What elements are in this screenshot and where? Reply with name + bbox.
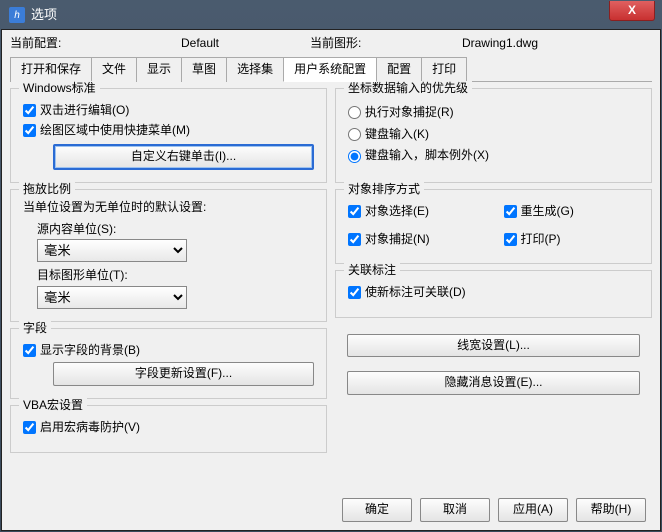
close-button[interactable]: X bbox=[609, 1, 655, 21]
group-title: 对象排序方式 bbox=[344, 182, 424, 198]
current-drawing-label: 当前图形: bbox=[310, 36, 390, 52]
checkbox-macro-virus[interactable]: 启用宏病毒防护(V) bbox=[23, 420, 314, 436]
tab-draft[interactable]: 草图 bbox=[181, 57, 227, 83]
radio-input[interactable] bbox=[348, 150, 361, 163]
checkbox-input[interactable] bbox=[348, 233, 361, 246]
lineweight-button[interactable]: 线宽设置(L)... bbox=[347, 334, 640, 358]
window-title: 选项 bbox=[31, 7, 57, 24]
checkbox-context-menu[interactable]: 绘图区域中使用快捷菜单(M) bbox=[23, 123, 314, 139]
tab-open-save[interactable]: 打开和保存 bbox=[10, 57, 92, 83]
group-obj-sort: 对象排序方式 对象选择(E) 重生成(G) 对象捕捉(N) 打印(P) bbox=[335, 189, 652, 264]
tab-strip: 打开和保存 文件 显示 草图 选择集 用户系统配置 配置 打印 bbox=[10, 56, 652, 83]
radio-keyboard[interactable]: 键盘输入(K) bbox=[348, 127, 639, 143]
group-assoc-dim: 关联标注 使新标注可关联(D) bbox=[335, 270, 652, 318]
target-unit-label: 目标图形单位(T): bbox=[37, 268, 314, 284]
tab-display[interactable]: 显示 bbox=[136, 57, 182, 83]
group-vba: VBA宏设置 启用宏病毒防护(V) bbox=[10, 405, 327, 453]
checkbox-input[interactable] bbox=[504, 205, 517, 218]
radio-exec-osnap[interactable]: 执行对象捕捉(R) bbox=[348, 105, 639, 121]
checkbox-regen[interactable]: 重生成(G) bbox=[504, 204, 640, 220]
custom-rightclick-button[interactable]: 自定义右键单击(I)... bbox=[53, 144, 314, 170]
group-title: VBA宏设置 bbox=[19, 398, 87, 414]
titlebar: h 选项 X bbox=[1, 1, 661, 29]
checkbox-dblclick-edit[interactable]: 双击进行编辑(O) bbox=[23, 103, 314, 119]
ok-button[interactable]: 确定 bbox=[342, 498, 412, 522]
source-unit-label: 源内容单位(S): bbox=[37, 222, 314, 238]
tab-user-prefs[interactable]: 用户系统配置 bbox=[283, 57, 377, 83]
help-button[interactable]: 帮助(H) bbox=[576, 498, 646, 522]
checkbox-print[interactable]: 打印(P) bbox=[504, 232, 640, 248]
cancel-button[interactable]: 取消 bbox=[420, 498, 490, 522]
group-windows-standard: Windows标准 双击进行编辑(O) 绘图区域中使用快捷菜单(M) 自定义右键… bbox=[10, 88, 327, 183]
radio-input[interactable] bbox=[348, 128, 361, 141]
checkbox-field-bg[interactable]: 显示字段的背景(B) bbox=[23, 343, 314, 359]
dragscale-desc: 当单位设置为无单位时的默认设置: bbox=[23, 200, 314, 216]
checkbox-input[interactable] bbox=[23, 104, 36, 117]
field-update-button[interactable]: 字段更新设置(F)... bbox=[53, 362, 314, 386]
current-config-label: 当前配置: bbox=[10, 36, 90, 52]
checkbox-input[interactable] bbox=[504, 233, 517, 246]
checkbox-input[interactable] bbox=[23, 421, 36, 434]
tab-selection[interactable]: 选择集 bbox=[226, 57, 284, 83]
checkbox-obj-snap[interactable]: 对象捕捉(N) bbox=[348, 232, 484, 248]
group-title: 坐标数据输入的优先级 bbox=[344, 81, 472, 97]
app-icon: h bbox=[9, 7, 25, 23]
tab-print[interactable]: 打印 bbox=[421, 57, 467, 83]
checkbox-input[interactable] bbox=[23, 124, 36, 137]
apply-button[interactable]: 应用(A) bbox=[498, 498, 568, 522]
group-field: 字段 显示字段的背景(B) 字段更新设置(F)... bbox=[10, 328, 327, 399]
group-title: Windows标准 bbox=[19, 81, 100, 97]
group-title: 字段 bbox=[19, 321, 51, 337]
hide-msg-button[interactable]: 隐藏消息设置(E)... bbox=[347, 371, 640, 395]
group-title: 拖放比例 bbox=[19, 182, 75, 198]
checkbox-obj-select[interactable]: 对象选择(E) bbox=[348, 204, 484, 220]
current-drawing-value: Drawing1.dwg bbox=[390, 36, 610, 52]
close-icon: X bbox=[628, 3, 636, 19]
tab-file[interactable]: 文件 bbox=[91, 57, 137, 83]
group-title: 关联标注 bbox=[344, 263, 400, 279]
group-drag-scale: 拖放比例 当单位设置为无单位时的默认设置: 源内容单位(S): 毫米 目标图形单… bbox=[10, 189, 327, 322]
source-unit-select[interactable]: 毫米 bbox=[37, 239, 187, 262]
checkbox-input[interactable] bbox=[348, 205, 361, 218]
radio-input[interactable] bbox=[348, 106, 361, 119]
checkbox-input[interactable] bbox=[23, 344, 36, 357]
group-coord-priority: 坐标数据输入的优先级 执行对象捕捉(R) 键盘输入(K) 键盘输入，脚本例外(X… bbox=[335, 88, 652, 183]
checkbox-input[interactable] bbox=[348, 286, 361, 299]
checkbox-assoc-dim[interactable]: 使新标注可关联(D) bbox=[348, 285, 639, 301]
target-unit-select[interactable]: 毫米 bbox=[37, 286, 187, 309]
radio-keyboard-except[interactable]: 键盘输入，脚本例外(X) bbox=[348, 148, 639, 164]
current-config-value: Default bbox=[90, 36, 310, 52]
tab-config[interactable]: 配置 bbox=[376, 57, 422, 83]
